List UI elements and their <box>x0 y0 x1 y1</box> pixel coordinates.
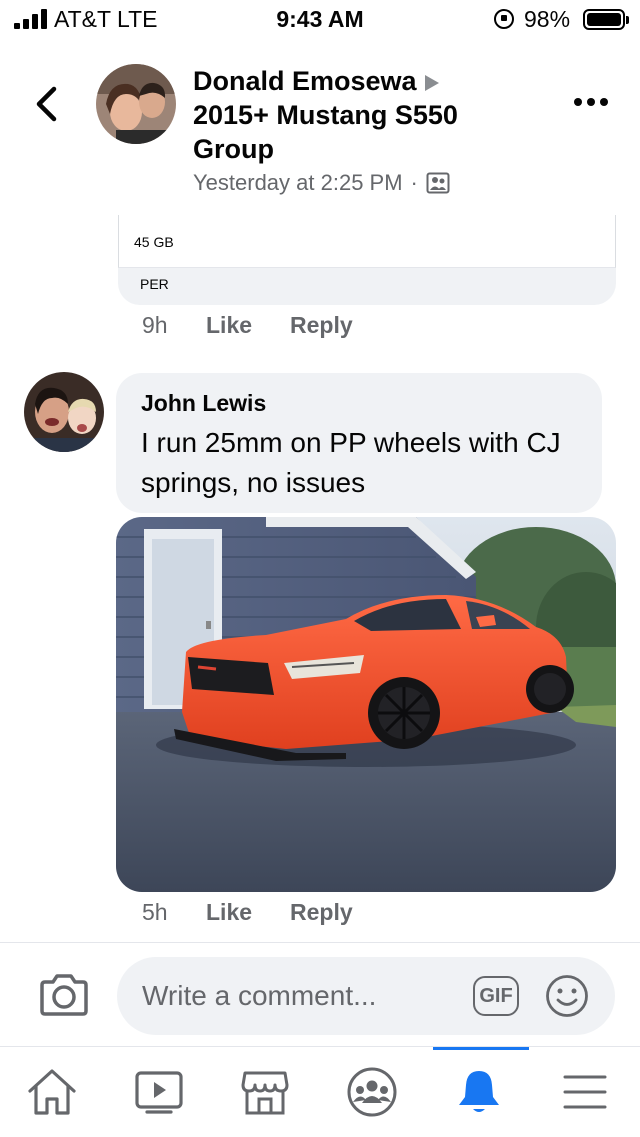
post-header-title[interactable]: Donald Emosewa 2015+ Mustang S550 Group <box>193 64 523 166</box>
camera-button[interactable] <box>38 973 90 1017</box>
smiley-icon <box>546 975 588 1017</box>
comment-actions-2: 5h Like Reply <box>142 899 353 926</box>
gif-button[interactable]: GIF <box>473 976 519 1016</box>
tab-groups[interactable] <box>320 1047 427 1137</box>
composer-divider <box>0 942 640 943</box>
groups-icon <box>347 1067 397 1117</box>
tab-marketplace[interactable] <box>213 1047 320 1137</box>
home-icon <box>28 1069 76 1115</box>
meta-separator: · <box>410 170 418 195</box>
back-button[interactable] <box>32 86 62 122</box>
bottom-tab-bar <box>0 1046 640 1137</box>
like-button[interactable]: Like <box>206 312 290 339</box>
more-dots-icon <box>574 98 582 106</box>
chevron-left-icon <box>36 86 57 122</box>
link-preview-card[interactable]: 45 GB PER <box>118 215 616 305</box>
comment-time: 9h <box>142 312 168 338</box>
tab-notifications[interactable] <box>427 1047 534 1137</box>
more-options-button[interactable] <box>574 98 608 106</box>
video-icon <box>135 1071 183 1114</box>
comment-actions: 9h Like Reply <box>142 312 353 339</box>
triangle-right-icon <box>424 74 439 91</box>
comment-composer: GIF <box>117 957 615 1035</box>
comment-photo[interactable] <box>116 517 616 892</box>
card-line-2: PER <box>140 276 169 292</box>
menu-icon <box>563 1075 607 1109</box>
camera-icon <box>40 974 88 1016</box>
comment-author[interactable]: John Lewis <box>141 390 266 417</box>
battery-icon <box>583 9 629 30</box>
comment-text: I run 25mm on PP wheels with CJ springs,… <box>141 427 561 498</box>
tab-video[interactable] <box>107 1047 214 1137</box>
battery-percent: 98% <box>524 6 571 32</box>
emoji-button[interactable] <box>545 974 589 1018</box>
status-bar: AT&T LTE 9:43 AM 98% <box>0 0 640 40</box>
like-button[interactable]: Like <box>206 899 290 926</box>
reply-button[interactable]: Reply <box>290 899 353 926</box>
comment-time: 5h <box>142 899 168 925</box>
comment-bubble[interactable]: John Lewis I run 25mm on PP wheels with … <box>116 373 602 513</box>
tab-menu[interactable] <box>533 1047 640 1137</box>
orientation-lock-icon <box>494 9 514 29</box>
notifications-icon <box>459 1071 499 1112</box>
car-photo <box>116 517 616 892</box>
group-audience-icon <box>426 172 450 194</box>
marketplace-icon <box>241 1071 289 1115</box>
card-line-1: 45 GB <box>134 234 174 250</box>
poster-avatar[interactable] <box>96 64 176 144</box>
comment-input[interactable] <box>142 977 462 1015</box>
tab-home[interactable] <box>0 1047 107 1137</box>
reply-button[interactable]: Reply <box>290 312 353 339</box>
post-meta: Yesterday at 2:25 PM · <box>193 170 450 196</box>
group-name[interactable]: 2015+ Mustang S550 Group <box>193 100 458 164</box>
commenter-avatar[interactable] <box>24 372 104 452</box>
post-timestamp[interactable]: Yesterday at 2:25 PM <box>193 170 403 196</box>
poster-name[interactable]: Donald Emosewa <box>193 66 417 96</box>
